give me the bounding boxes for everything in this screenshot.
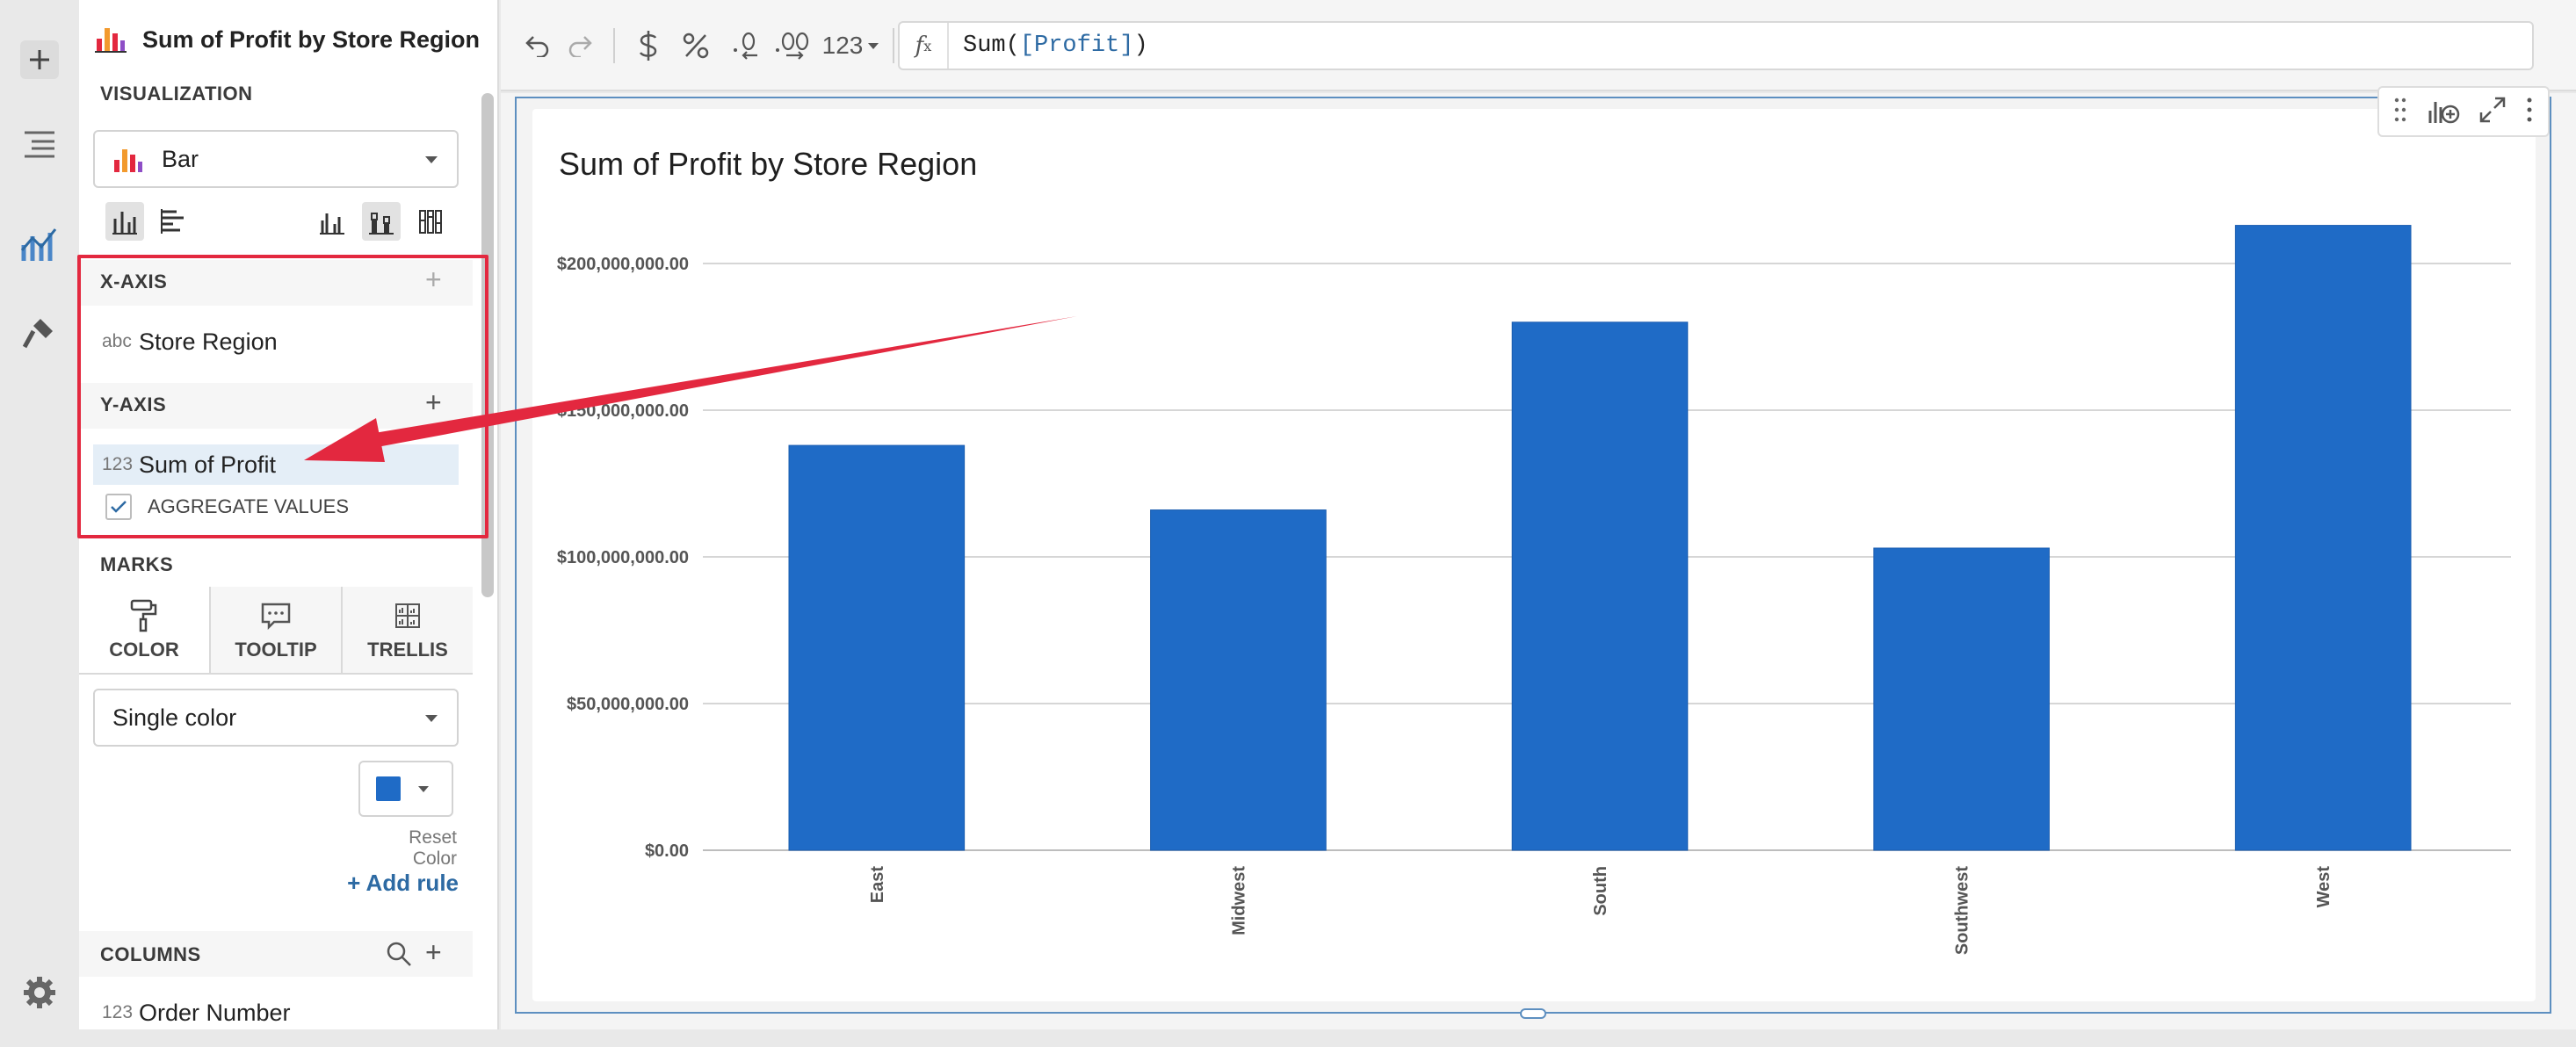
bar	[788, 444, 966, 851]
x-tick-label: East	[868, 866, 887, 904]
more-options-icon[interactable]	[2526, 97, 2533, 127]
y-tick-label: $100,000,000.00	[557, 548, 689, 567]
y-tick-label: $50,000,000.00	[567, 695, 689, 714]
x-tick-label: Southwest	[1953, 866, 1972, 955]
y-tick-label: $200,000,000.00	[557, 255, 689, 274]
add-chart-icon[interactable]	[2427, 95, 2460, 129]
bar	[2234, 225, 2412, 851]
y-tick-label: $0.00	[645, 841, 689, 861]
bar-chart: $0.00 $50,000,000.00 $100,000,000.00 $150,0…	[557, 225, 2511, 955]
bar	[1511, 321, 1689, 851]
drag-handle-icon[interactable]	[2394, 97, 2406, 127]
bar	[1150, 509, 1327, 851]
expand-icon[interactable]	[2479, 97, 2506, 127]
x-tick-label: Midwest	[1229, 866, 1248, 935]
bar	[1873, 547, 2050, 851]
resize-handle[interactable]	[1520, 1008, 1546, 1019]
x-tick-label: West	[2314, 866, 2334, 908]
x-tick-label: South	[1591, 866, 1610, 916]
y-tick-label: $150,000,000.00	[557, 401, 689, 421]
element-toolbar	[2377, 86, 2550, 137]
